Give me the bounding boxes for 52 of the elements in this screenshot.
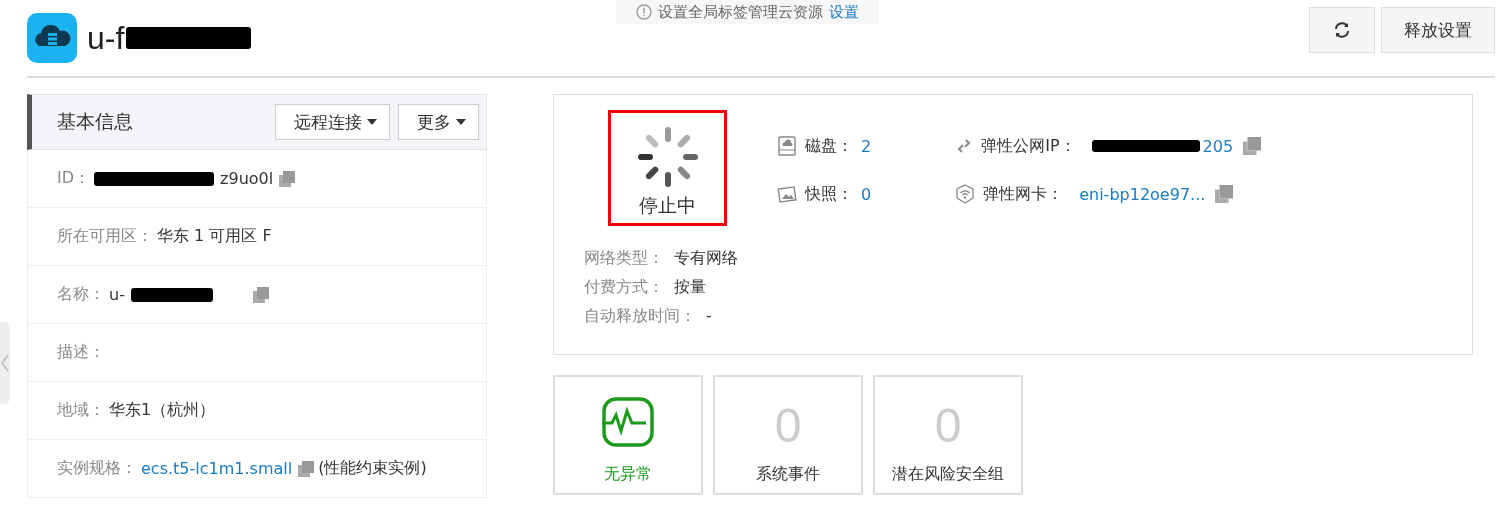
panel-title: 基本信息 [57, 109, 133, 134]
info-icon [636, 4, 652, 20]
notice-text: 设置全局标签管理云资源 [658, 2, 823, 22]
field-label: 实例规格： [57, 458, 137, 479]
field-value: 华东1（杭州） [109, 400, 216, 421]
release-settings-button[interactable]: 释放设置 [1381, 7, 1495, 53]
detail-label: 自动释放时间： [584, 306, 696, 327]
field-value: z9uo0l [220, 169, 274, 188]
field-label: 地域： [57, 400, 105, 421]
card-label: 系统事件 [756, 464, 820, 485]
field-label: ID： [57, 168, 91, 189]
field-label: 所在可用区： [57, 226, 153, 247]
spec-link[interactable]: ecs.t5-lc1m1.small [141, 459, 293, 478]
field-value: u- [109, 285, 125, 304]
resource-label: 磁盘： [805, 135, 853, 157]
wifi-shield-icon [955, 184, 976, 204]
refresh-icon [1333, 21, 1351, 39]
status-text: 停止中 [639, 193, 696, 218]
resource-count-link[interactable]: 2 [861, 136, 872, 156]
refresh-button[interactable] [1309, 7, 1375, 53]
collapse-handle[interactable] [0, 322, 10, 404]
field-label: 名称： [57, 284, 105, 305]
card-label: 无异常 [604, 464, 652, 485]
resource-label: 快照： [805, 183, 853, 205]
detail-value: 按量 [674, 277, 706, 298]
network-label: 弹性公网IP： [981, 135, 1076, 157]
copy-icon[interactable] [1215, 185, 1234, 203]
chevron-left-icon [0, 353, 10, 373]
detail-value: - [706, 306, 712, 327]
resource-count-link[interactable]: 0 [861, 184, 872, 204]
detail-value: 专有网络 [674, 248, 738, 269]
field-note: (性能约束实例) [318, 458, 427, 479]
health-card[interactable]: 无异常 [553, 375, 703, 495]
copy-icon[interactable] [1243, 137, 1262, 155]
detail-label: 网络类型： [584, 248, 664, 269]
detail-label: 付费方式： [584, 277, 664, 298]
card-label: 潜在风险安全组 [892, 464, 1004, 485]
copy-icon[interactable] [298, 460, 315, 477]
settings-link[interactable]: 设置 [829, 2, 859, 22]
heartbeat-icon [601, 396, 655, 450]
network-value-link[interactable]: 205 [1202, 136, 1234, 156]
field-label: 描述： [57, 342, 105, 363]
copy-icon[interactable] [252, 286, 269, 303]
field-value: 华东 1 可用区 F [157, 226, 272, 247]
cloud-server-icon [27, 13, 77, 63]
copy-icon[interactable] [279, 170, 296, 187]
picture-frame-icon [777, 184, 797, 204]
network-label: 弹性网卡： [983, 183, 1064, 205]
dropdown-button[interactable]: 远程连接 [275, 104, 390, 140]
dropdown-button[interactable]: 更多 [398, 104, 479, 140]
title-text: u-f [87, 19, 125, 57]
network-value-link[interactable]: eni-bp12oe97... [1079, 184, 1206, 204]
